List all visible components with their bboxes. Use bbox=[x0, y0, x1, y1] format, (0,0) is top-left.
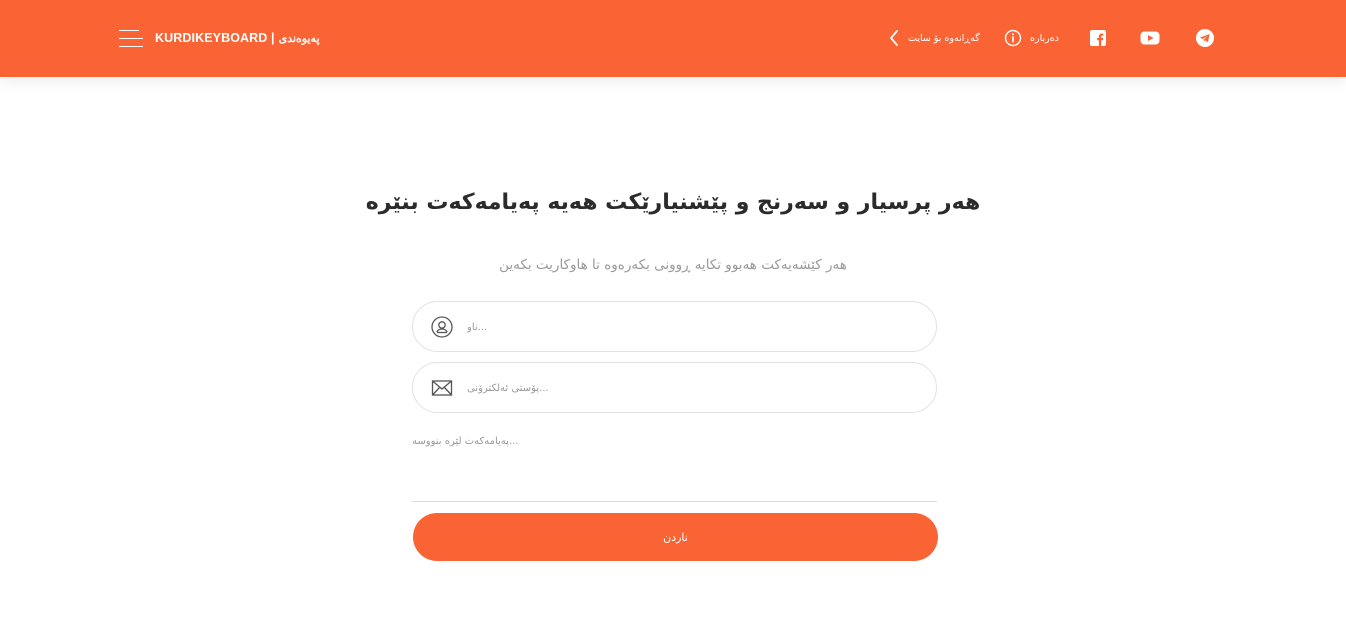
telegram-icon[interactable] bbox=[1195, 28, 1215, 48]
brand-name: KURDIKEYBOARD | bbox=[155, 31, 275, 45]
back-to-site-link[interactable]: گەڕانەوە بۆ سایت bbox=[888, 26, 980, 50]
email-input[interactable] bbox=[467, 373, 917, 403]
name-field bbox=[412, 301, 937, 352]
page-title: هەر پرسیار و سەرنج و پێشنیارێکت هەیە پەی… bbox=[365, 190, 981, 215]
back-to-site-label: گەڕانەوە بۆ سایت bbox=[908, 32, 980, 44]
chevron-left-icon bbox=[890, 30, 898, 46]
about-label: دەربارە bbox=[1030, 32, 1059, 44]
name-input[interactable] bbox=[467, 312, 917, 342]
message-textarea[interactable] bbox=[412, 432, 937, 502]
email-field bbox=[412, 362, 937, 413]
top-navbar: KURDIKEYBOARD | پەیوەندی گەڕانەوە بۆ سای… bbox=[0, 0, 1346, 77]
youtube-icon[interactable] bbox=[1140, 28, 1160, 48]
info-icon bbox=[1004, 29, 1022, 47]
page-subtitle: هەر کێشەیەکت هەبوو تکایە ڕوونی بکەرەوە ت… bbox=[499, 257, 847, 273]
facebook-icon[interactable] bbox=[1088, 28, 1108, 48]
brand-logo[interactable]: KURDIKEYBOARD | پەیوەندی bbox=[155, 29, 320, 47]
envelope-icon bbox=[431, 380, 453, 396]
hamburger-icon[interactable] bbox=[119, 28, 143, 48]
send-button[interactable]: ناردن bbox=[413, 513, 938, 561]
user-icon bbox=[431, 316, 453, 338]
about-link[interactable]: دەربارە bbox=[1004, 26, 1059, 50]
brand-subtitle: پەیوەندی bbox=[278, 32, 320, 45]
